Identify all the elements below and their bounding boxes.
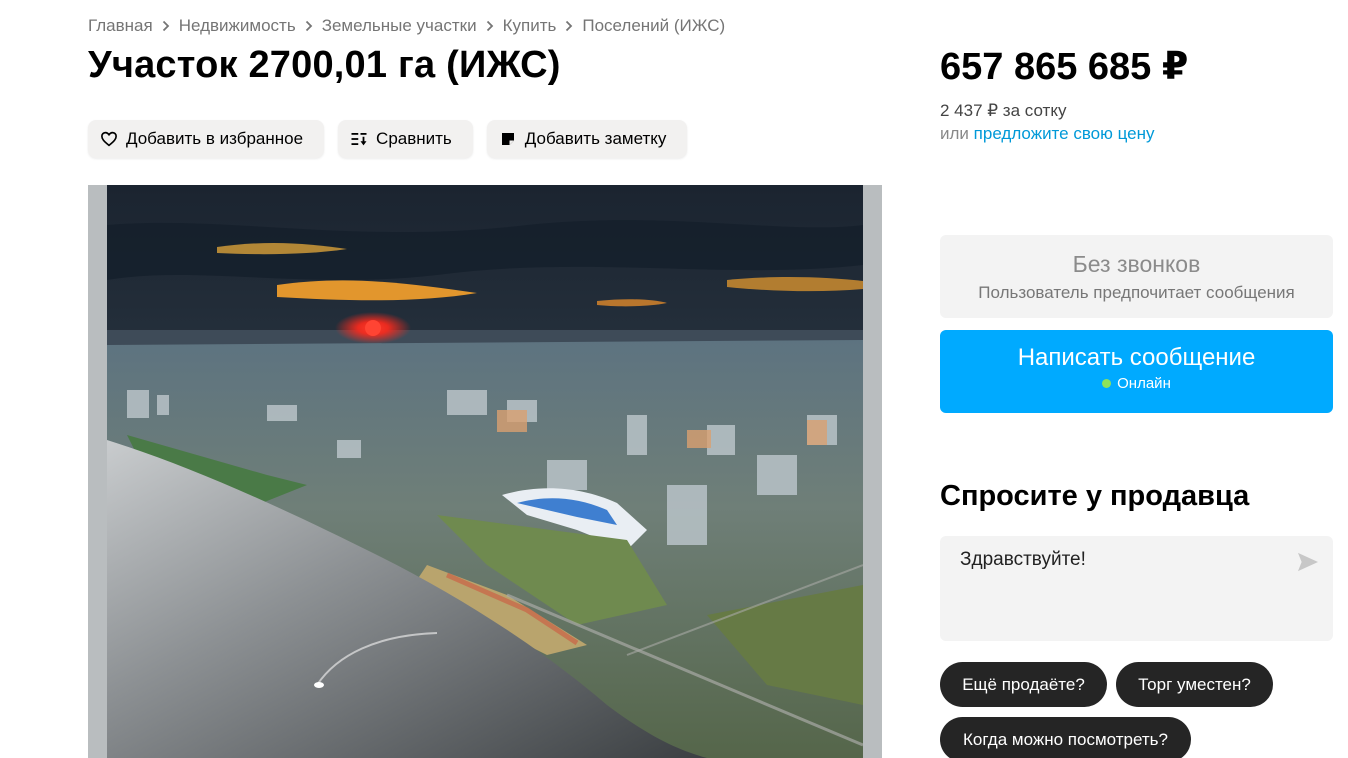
add-note-button[interactable]: Добавить заметку	[486, 120, 688, 158]
breadcrumb-buy[interactable]: Купить	[503, 16, 557, 36]
ask-seller-title: Спросите у продавца	[940, 480, 1250, 512]
add-favorite-button[interactable]: Добавить в избранное	[88, 120, 325, 158]
compare-icon	[351, 133, 367, 146]
online-status: Онлайн	[940, 375, 1333, 392]
listing-photo[interactable]	[88, 185, 882, 758]
compare-button[interactable]: Сравнить	[338, 120, 473, 158]
price-per-sotka: 2 437 ₽ за сотку	[940, 101, 1067, 120]
page-title: Участок 2700,01 га (ИЖС)	[88, 44, 561, 86]
chevron-right-icon	[486, 20, 494, 32]
ask-seller-input[interactable]: Здравствуйте!	[940, 536, 1333, 641]
add-note-label: Добавить заметку	[524, 129, 667, 148]
breadcrumb-realty[interactable]: Недвижимость	[179, 16, 296, 36]
send-icon[interactable]	[1297, 552, 1319, 572]
offer-price-link[interactable]: предложите свою цену	[974, 124, 1155, 143]
note-icon	[501, 133, 514, 145]
heart-icon	[101, 131, 117, 147]
offer-prefix: или	[940, 124, 969, 143]
write-message-label: Написать сообщение	[1017, 344, 1256, 371]
online-dot-icon	[1102, 379, 1112, 388]
price: 657 865 685 ₽	[940, 46, 1189, 88]
aerial-city-photo	[107, 185, 863, 758]
breadcrumb-izhs[interactable]: Поселений (ИЖС)	[582, 16, 725, 36]
chevron-right-icon	[162, 20, 170, 32]
add-favorite-label: Добавить в избранное	[126, 129, 304, 148]
breadcrumb: Главная Недвижимость Земельные участки К…	[88, 16, 725, 36]
breadcrumb-home[interactable]: Главная	[88, 16, 153, 36]
quick-question-chip[interactable]: Ещё продаёте?	[940, 662, 1107, 707]
listing-page: Главная Недвижимость Земельные участки К…	[0, 0, 1348, 758]
chevron-right-icon	[565, 20, 573, 32]
compare-label: Сравнить	[376, 129, 452, 148]
no-calls-subtitle: Пользователь предпочитает сообщения	[978, 283, 1295, 302]
online-label: Онлайн	[1117, 375, 1171, 392]
quick-question-chip[interactable]: Торг уместен?	[1116, 662, 1273, 707]
ask-seller-box: Здравствуйте!	[940, 536, 1333, 641]
no-calls-notice: Без звонков Пользователь предпочитает со…	[940, 235, 1333, 318]
breadcrumb-land[interactable]: Земельные участки	[322, 16, 477, 36]
chevron-right-icon	[305, 20, 313, 32]
write-message-button[interactable]: Написать сообщение Онлайн	[940, 330, 1333, 413]
offer-price-line: или предложите свою цену	[940, 124, 1155, 144]
listing-actions: Добавить в избранное Сравнить Добавить з…	[88, 120, 688, 158]
quick-question-chip[interactable]: Когда можно посмотреть?	[940, 717, 1191, 758]
no-calls-title: Без звонков	[1072, 251, 1201, 277]
